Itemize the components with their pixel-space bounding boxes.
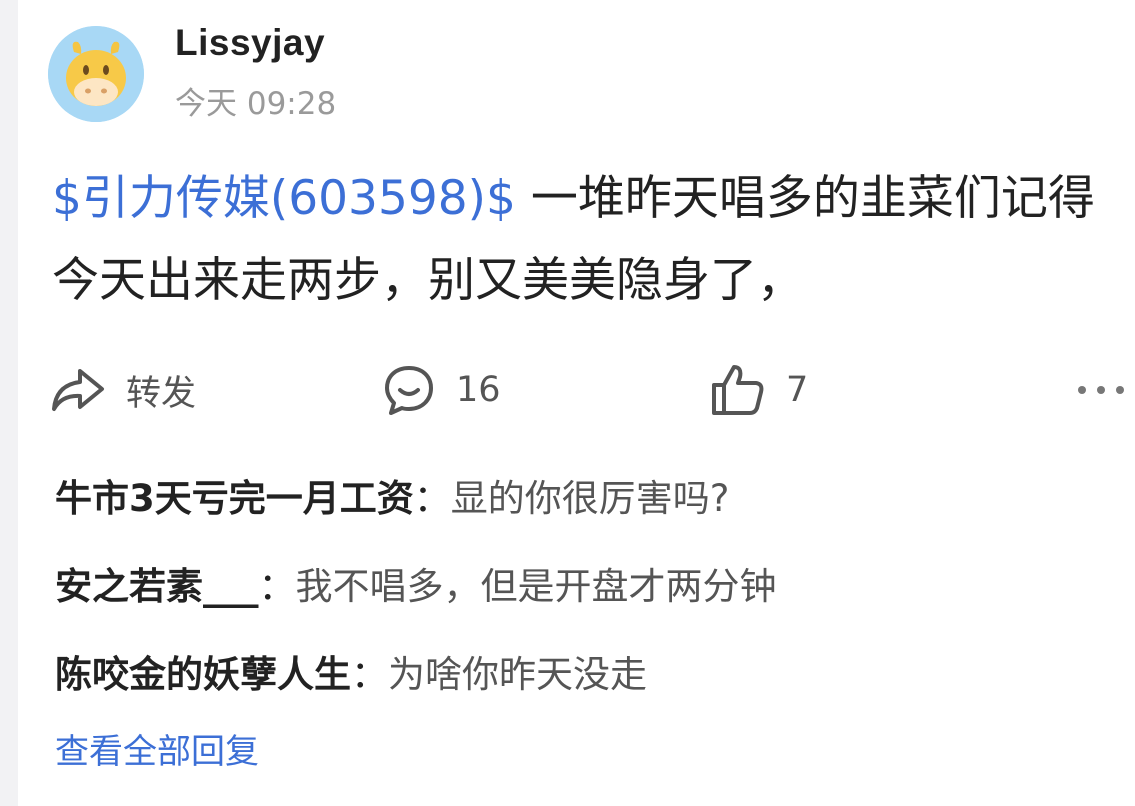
author-name[interactable]: Lissyjay	[175, 22, 325, 64]
comment-text: 显的你很厉害吗?	[450, 477, 730, 520]
comment-bubble-icon	[382, 363, 436, 417]
comment-separator: ：	[413, 477, 451, 520]
post-time: 今天 09:28	[175, 86, 337, 122]
more-button[interactable]	[1076, 360, 1126, 420]
comment-separator: ：	[351, 653, 388, 696]
share-arrow-icon	[50, 365, 106, 415]
comment-item[interactable]: 陈咬金的妖孽人生：为啥你昨天没走	[55, 646, 1115, 734]
repost-button[interactable]: 转发	[50, 360, 196, 420]
stock-tag-link[interactable]: $引力传媒(603598)$	[52, 171, 516, 226]
comment-author[interactable]: 牛市3天亏完一月工资	[55, 477, 414, 520]
comment-author[interactable]: 安之若素___	[55, 565, 259, 608]
post-body: $引力传媒(603598)$ 一堆昨天唱多的韭菜们记得今天出来走两步，别又美美隐…	[52, 158, 1122, 322]
view-all-replies-link[interactable]: 查看全部回复	[55, 724, 259, 773]
comment-button[interactable]: 16	[382, 360, 501, 420]
comment-author[interactable]: 陈咬金的妖孽人生	[55, 653, 351, 696]
like-count: 7	[786, 370, 809, 410]
comment-text: 我不唱多，但是开盘才两分钟	[295, 565, 777, 608]
action-bar: 转发 16 7	[0, 360, 1135, 420]
more-dots-icon	[1076, 383, 1126, 397]
comment-text: 为啥你昨天没走	[388, 653, 647, 696]
thumbs-up-icon	[710, 363, 766, 417]
comment-separator: ：	[258, 565, 296, 608]
cow-avatar-icon[interactable]	[48, 26, 144, 122]
like-button[interactable]: 7	[710, 360, 808, 420]
repost-label: 转发	[126, 373, 197, 414]
comment-item[interactable]: 牛市3天亏完一月工资：显的你很厉害吗?	[55, 470, 1115, 558]
comment-count: 16	[456, 370, 501, 410]
comment-preview-list: 牛市3天亏完一月工资：显的你很厉害吗? 安之若素___：我不唱多，但是开盘才两分…	[55, 470, 1115, 734]
comment-item[interactable]: 安之若素___：我不唱多，但是开盘才两分钟	[55, 558, 1115, 646]
